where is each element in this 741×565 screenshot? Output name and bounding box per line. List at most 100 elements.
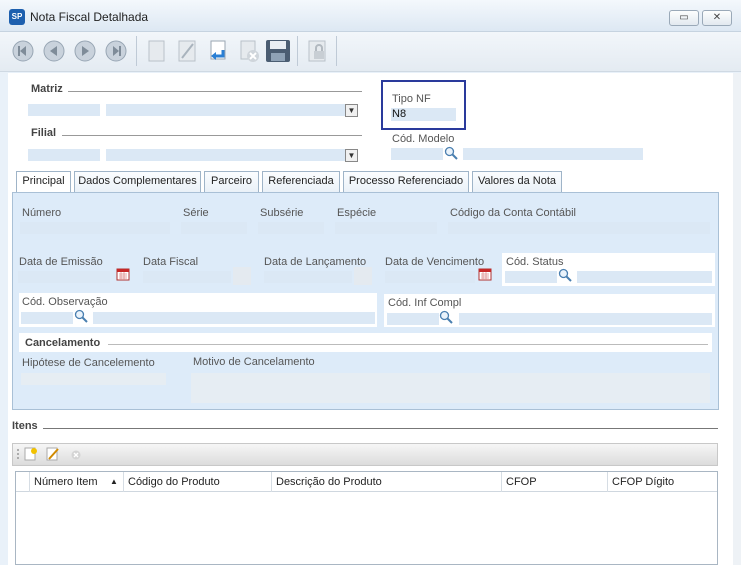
cod-status-field[interactable] <box>505 271 557 283</box>
cod-inf-compl-field[interactable] <box>387 313 439 325</box>
matriz-label: Matriz <box>31 83 63 95</box>
calendar-icon[interactable] <box>116 267 130 281</box>
col-numero-item-label: Número Item <box>34 476 98 488</box>
minimize-button[interactable]: ▭ <box>669 10 699 26</box>
col-descricao-produto[interactable]: Descrição do Produto <box>272 472 502 492</box>
tab-processo-referenciado[interactable]: Processo Referenciado <box>343 171 469 192</box>
delete-icon <box>240 40 259 62</box>
tab-dados-complementares[interactable]: Dados Complementares <box>74 171 201 192</box>
calendar-icon[interactable] <box>233 267 251 285</box>
filial-code-field[interactable] <box>28 149 100 161</box>
data-vencimento-label: Data de Vencimento <box>385 256 485 268</box>
data-lancamento-label: Data de Lançamento <box>264 256 367 268</box>
tipo-nf-value: N8 <box>392 108 407 120</box>
matriz-divider <box>68 91 362 92</box>
delete-item-icon[interactable] <box>70 449 82 461</box>
especie-field[interactable] <box>335 222 437 234</box>
vertical-scrollbar[interactable] <box>733 73 741 565</box>
new-document-icon <box>148 40 165 62</box>
chevron-down-icon: ▼ <box>347 106 356 115</box>
edit-icon <box>178 40 196 62</box>
calendar-icon[interactable] <box>478 267 492 281</box>
inf-compl-description-field <box>459 313 712 325</box>
filial-divider <box>62 135 362 136</box>
cod-observacao-label: Cód. Observação <box>22 296 108 308</box>
last-record-button[interactable] <box>103 37 129 65</box>
toolbar-separator <box>297 36 298 66</box>
filial-name-combo[interactable] <box>106 149 346 161</box>
toolbar-separator <box>136 36 137 66</box>
hipotese-cancelamento-field[interactable] <box>21 373 166 385</box>
save-button[interactable] <box>265 37 291 65</box>
add-item-icon[interactable] <box>24 447 38 461</box>
matriz-dropdown-button[interactable]: ▼ <box>345 104 358 117</box>
close-icon: ✕ <box>712 12 722 23</box>
search-icon[interactable] <box>444 146 458 160</box>
toolbar-separator <box>336 36 337 66</box>
numero-field[interactable] <box>20 222 170 234</box>
undo-button[interactable] <box>205 37 231 65</box>
tab-principal[interactable]: Principal <box>16 171 71 193</box>
next-record-button[interactable] <box>72 37 98 65</box>
edit-item-icon[interactable] <box>46 447 60 461</box>
lock-button[interactable] <box>304 37 330 65</box>
cancelamento-label: Cancelamento <box>25 337 101 349</box>
search-icon[interactable] <box>74 309 88 323</box>
data-emissao-field[interactable] <box>18 271 110 283</box>
hipotese-cancelamento-label: Hipótese de Cancelemento <box>22 357 155 369</box>
matriz-code-field[interactable] <box>28 104 100 116</box>
next-record-icon <box>74 40 96 62</box>
col-codigo-produto[interactable]: Código do Produto <box>124 472 272 492</box>
minimize-icon: ▭ <box>679 12 689 23</box>
previous-record-icon <box>43 40 65 62</box>
search-icon[interactable] <box>439 310 453 324</box>
previous-record-button[interactable] <box>41 37 67 65</box>
search-icon[interactable] <box>558 268 572 282</box>
itens-toolbar <box>12 443 718 466</box>
save-icon <box>266 40 290 62</box>
new-document-button[interactable] <box>143 37 169 65</box>
cod-modelo-label: Cód. Modelo <box>392 133 455 145</box>
data-vencimento-field[interactable] <box>385 271 475 283</box>
col-cfop[interactable]: CFOP <box>502 472 608 492</box>
serie-field[interactable] <box>181 222 247 234</box>
undo-icon <box>210 40 226 60</box>
especie-label: Espécie <box>337 207 377 219</box>
col-cfop-digito[interactable]: CFOP Dígito <box>608 472 717 492</box>
itens-grid: Número Item ▲ Código do Produto Descriçã… <box>15 471 718 565</box>
modelo-description-field <box>463 148 643 160</box>
subserie-field[interactable] <box>258 222 324 234</box>
delete-button[interactable] <box>236 37 262 65</box>
window-title: Nota Fiscal Detalhada <box>30 10 149 24</box>
tab-parceiro[interactable]: Parceiro <box>204 171 259 192</box>
itens-divider <box>43 428 718 429</box>
data-lancamento-field[interactable] <box>264 271 352 283</box>
cod-status-label: Cód. Status <box>506 256 564 268</box>
conta-contabil-label: Código da Conta Contábil <box>450 207 576 219</box>
cod-modelo-field[interactable] <box>391 148 443 160</box>
first-record-button[interactable] <box>10 37 36 65</box>
first-record-icon <box>12 40 34 62</box>
filial-dropdown-button[interactable]: ▼ <box>345 149 358 162</box>
edit-button[interactable] <box>174 37 200 65</box>
lock-icon <box>308 40 326 62</box>
col-numero-item[interactable]: Número Item ▲ <box>30 472 124 492</box>
conta-contabil-field[interactable] <box>448 222 710 234</box>
subserie-label: Subsérie <box>260 207 304 219</box>
tab-referenciada[interactable]: Referenciada <box>262 171 340 192</box>
tab-valores-da-nota[interactable]: Valores da Nota <box>472 171 562 192</box>
close-button[interactable]: ✕ <box>702 10 732 26</box>
numero-label: Número <box>22 207 62 219</box>
last-record-icon <box>105 40 127 62</box>
serie-label: Série <box>183 207 209 219</box>
filial-label: Filial <box>31 127 57 139</box>
cod-observacao-field[interactable] <box>21 312 73 324</box>
data-fiscal-field[interactable] <box>143 271 231 283</box>
matriz-name-combo[interactable] <box>106 104 346 116</box>
tipo-nf-label: Tipo NF <box>392 93 431 105</box>
data-fiscal-label: Data Fiscal <box>143 256 199 268</box>
calendar-icon[interactable] <box>354 267 372 285</box>
motivo-cancelamento-field[interactable] <box>191 373 710 403</box>
cod-inf-compl-label: Cód. Inf Compl <box>388 297 462 309</box>
sort-ascending-icon: ▲ <box>110 477 118 486</box>
